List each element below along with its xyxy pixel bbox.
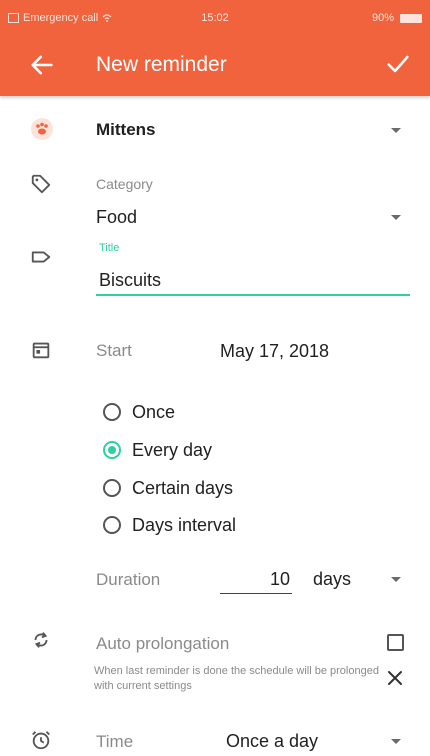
auto-prolongation-label: Auto prolongation <box>96 634 230 653</box>
duration-label: Duration <box>96 570 161 589</box>
label-icon <box>31 251 51 263</box>
category-label: Category <box>96 176 153 192</box>
category-value: Food <box>96 207 138 227</box>
radio-every-day[interactable] <box>103 441 121 459</box>
time-value: Once a day <box>226 731 319 751</box>
auto-prolongation-checkbox[interactable] <box>387 634 404 651</box>
status-right: 90% <box>372 12 422 24</box>
duration-unit: days <box>313 569 352 589</box>
check-icon[interactable] <box>384 50 412 78</box>
status-bar: Emergency call 15:02 90% <box>0 0 430 34</box>
start-label: Start <box>96 341 132 360</box>
category-chevron-icon[interactable] <box>391 215 401 220</box>
title-underline <box>96 294 410 296</box>
duration-input[interactable]: 10 <box>220 569 290 590</box>
arrow-back-icon[interactable] <box>28 51 56 79</box>
auto-prolongation-hint: When last reminder is done the schedule … <box>94 665 379 692</box>
time-chevron-icon[interactable] <box>391 739 401 744</box>
paw-icon <box>31 118 53 140</box>
start-date[interactable]: May 17, 2018 <box>220 341 329 362</box>
sync-icon <box>34 632 48 648</box>
radio-label-once: Once <box>132 402 176 422</box>
title-field-label: Title <box>99 242 120 254</box>
app-bar: New reminder <box>0 34 430 96</box>
battery-text: 90% <box>371 12 394 24</box>
status-time: 15:02 <box>201 12 229 24</box>
close-icon[interactable] <box>386 669 404 687</box>
page-title: New reminder <box>96 53 227 76</box>
radio-certain-days[interactable] <box>103 479 121 497</box>
chevron-down-icon[interactable] <box>391 128 401 133</box>
time-label: Time <box>96 732 134 751</box>
duration-underline <box>220 593 292 594</box>
battery-icon <box>400 13 422 23</box>
title-input[interactable]: Biscuits <box>99 270 161 291</box>
calendar-icon <box>32 342 50 359</box>
tag-icon <box>31 174 51 194</box>
alarm-clock-icon <box>32 731 50 750</box>
radio-once[interactable] <box>103 403 121 421</box>
radio-label-days-interval: Days interval <box>132 515 237 535</box>
duration-unit-chevron-icon[interactable] <box>391 577 401 582</box>
pet-name: Mittens <box>96 120 156 139</box>
radio-days-interval[interactable] <box>103 516 121 534</box>
radio-label-every-day: Every day <box>132 440 213 460</box>
radio-label-certain-days: Certain days <box>132 478 234 498</box>
